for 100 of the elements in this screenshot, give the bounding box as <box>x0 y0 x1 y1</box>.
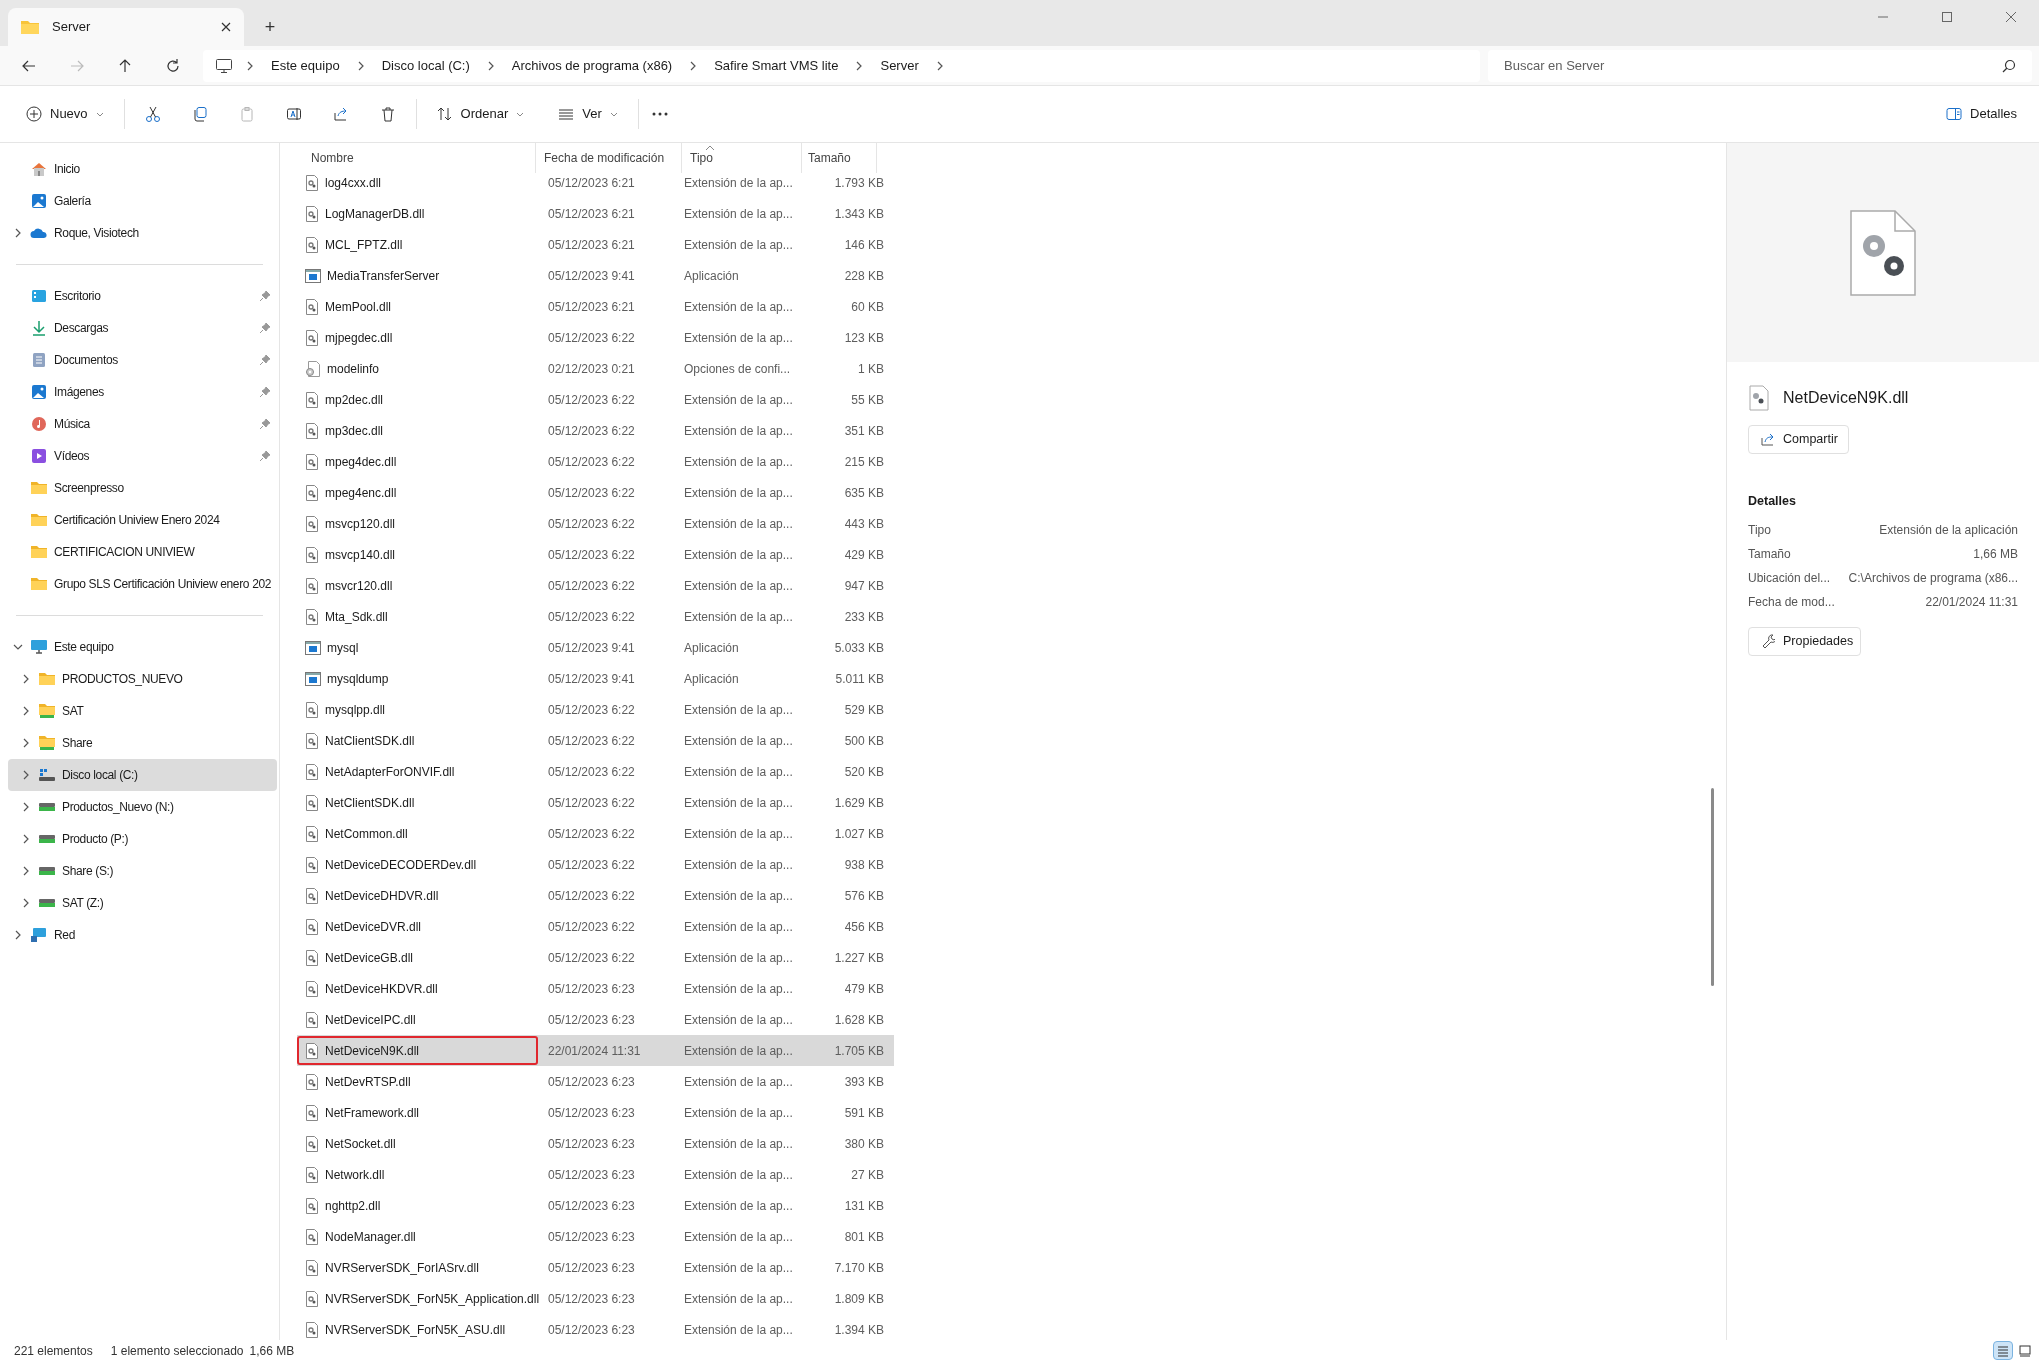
file-name: MediaTransferServer <box>327 267 440 285</box>
new-button[interactable]: Nuevo <box>18 96 112 132</box>
sidebar-item[interactable]: Descargas <box>8 312 277 344</box>
file-row[interactable]: mpeg4dec.dll 05/12/2023 6:22 Extensión de la ap... 215 KB <box>297 446 894 477</box>
sidebar-item[interactable]: Galería <box>8 185 277 217</box>
file-row[interactable]: mysqldump 05/12/2023 9:41 Aplicación 5.011 KB <box>297 663 894 694</box>
file-row[interactable]: msvcp140.dll 05/12/2023 6:22 Extensión de la ap... 429 KB <box>297 539 894 570</box>
sidebar-item[interactable]: Este equipo <box>8 631 277 663</box>
picture-icon <box>31 193 47 209</box>
more-icon[interactable] <box>650 111 669 117</box>
file-row[interactable]: LogManagerDB.dll 05/12/2023 6:21 Extensión de la ap... 1.343 KB <box>297 198 894 229</box>
cut-icon[interactable] <box>144 106 161 122</box>
sidebar-item[interactable]: Imágenes <box>8 376 277 408</box>
file-name: mp2dec.dll <box>325 391 384 409</box>
file-row[interactable]: NetDeviceN9K.dll 22/01/2024 11:31 Extensión de la ap... 1.705 KB <box>297 1035 894 1066</box>
file-row[interactable]: MediaTransferServer 05/12/2023 9:41 Aplicación 228 KB <box>297 260 894 291</box>
address-bar[interactable]: Este equipo Disco local (C:) Archivos de programa (x86) Safire Smart VMS lite Server <box>203 49 1480 82</box>
file-row[interactable]: mp2dec.dll 05/12/2023 6:22 Extensión de la ap... 55 KB <box>297 384 894 415</box>
file-row[interactable]: NetDeviceDHDVR.dll 05/12/2023 6:22 Extensión de la ap... 576 KB <box>297 880 894 911</box>
share-icon[interactable] <box>332 106 349 122</box>
file-row[interactable]: nghttp2.dll 05/12/2023 6:23 Extensión de la ap... 131 KB <box>297 1190 894 1221</box>
file-row[interactable]: msvcr120.dll 05/12/2023 6:22 Extensión de la ap... 947 KB <box>297 570 894 601</box>
maximize-icon[interactable] <box>1941 11 1953 23</box>
column-header[interactable]: Tamaño <box>801 143 877 173</box>
sidebar-item[interactable]: PRODUCTOS_NUEVO <box>8 663 277 695</box>
close-icon[interactable] <box>220 21 232 33</box>
file-row[interactable]: NVRServerSDK_ForN5K_ASU.dll 05/12/2023 6:23 Extensión de la ap... 1.394 KB <box>297 1314 894 1345</box>
file-row[interactable]: NVRServerSDK_ForN5K_Application.dll 05/12/2023 6:23 Extensión de la ap... 1.809 KB <box>297 1283 894 1314</box>
file-row[interactable]: NetDevRTSP.dll 05/12/2023 6:23 Extensión de la ap... 393 KB <box>297 1066 894 1097</box>
computer-icon <box>215 57 233 74</box>
sidebar-item[interactable]: Certificación Uniview Enero 2024 <box>8 504 277 536</box>
file-type: Extensión de la ap... <box>683 732 794 750</box>
sidebar-item[interactable]: Roque, Visiotech <box>8 217 277 249</box>
sidebar-item[interactable]: Productos_Nuevo (N:) <box>8 791 277 823</box>
sidebar-item[interactable]: Screenpresso <box>8 472 277 504</box>
file-row[interactable]: Network.dll 05/12/2023 6:23 Extensión de la ap... 27 KB <box>297 1159 894 1190</box>
column-header[interactable]: Tipo <box>681 143 801 173</box>
details-button[interactable]: Detalles <box>1938 96 2025 132</box>
file-row[interactable]: NetClientSDK.dll 05/12/2023 6:22 Extensión de la ap... 1.629 KB <box>297 787 894 818</box>
window-tab[interactable]: Server <box>8 8 244 46</box>
up-icon[interactable] <box>117 57 133 74</box>
file-row[interactable]: mysql 05/12/2023 9:41 Aplicación 5.033 KB <box>297 632 894 663</box>
breadcrumb[interactable]: Safire Smart VMS lite <box>710 55 843 76</box>
sidebar-item[interactable]: Documentos <box>8 344 277 376</box>
sidebar-item[interactable]: Escritorio <box>8 280 277 312</box>
delete-icon[interactable] <box>379 106 396 122</box>
sidebar-item[interactable]: Música <box>8 408 277 440</box>
refresh-icon[interactable] <box>165 57 181 74</box>
sort-button[interactable]: Ordenar <box>428 96 533 132</box>
file-row[interactable]: NetDeviceIPC.dll 05/12/2023 6:23 Extensión de la ap... 1.628 KB <box>297 1004 894 1035</box>
breadcrumb[interactable]: Este equipo <box>267 55 344 76</box>
sidebar-item[interactable]: Producto (P:) <box>8 823 277 855</box>
file-row[interactable]: MemPool.dll 05/12/2023 6:21 Extensión de la ap... 60 KB <box>297 291 894 322</box>
file-row[interactable]: modelinfo 02/12/2023 0:21 Opciones de confi... 1 KB <box>297 353 894 384</box>
new-tab-button[interactable]: + <box>252 12 288 42</box>
file-row[interactable]: NetCommon.dll 05/12/2023 6:22 Extensión de la ap... 1.027 KB <box>297 818 894 849</box>
breadcrumb[interactable]: Disco local (C:) <box>377 55 474 76</box>
sidebar-item[interactable]: Share <box>8 727 277 759</box>
sidebar-item[interactable]: Red <box>8 919 277 951</box>
search-field[interactable]: Buscar en Server <box>1488 49 2032 82</box>
file-name: NatClientSDK.dll <box>325 732 415 750</box>
file-row[interactable]: mpeg4enc.dll 05/12/2023 6:22 Extensión de la ap... 635 KB <box>297 477 894 508</box>
sidebar-item[interactable]: Inicio <box>8 153 277 185</box>
file-row[interactable]: NetDeviceDECODERDev.dll 05/12/2023 6:22 Extensión de la ap... 938 KB <box>297 849 894 880</box>
view-button[interactable]: Ver <box>550 96 626 132</box>
file-row[interactable]: Mta_Sdk.dll 05/12/2023 6:22 Extensión de la ap... 233 KB <box>297 601 894 632</box>
sidebar-item[interactable]: CERTIFICACION UNIVIEW <box>8 536 277 568</box>
file-row[interactable]: NetFramework.dll 05/12/2023 6:23 Extensión de la ap... 591 KB <box>297 1097 894 1128</box>
file-row[interactable]: NetSocket.dll 05/12/2023 6:23 Extensión de la ap... 380 KB <box>297 1128 894 1159</box>
breadcrumb[interactable]: Server <box>876 55 923 76</box>
file-row[interactable]: NetAdapterForONVIF.dll 05/12/2023 6:22 Extensión de la ap... 520 KB <box>297 756 894 787</box>
sidebar-item[interactable]: Disco local (C:) <box>8 759 277 791</box>
file-size: 7.170 KB <box>833 1259 885 1277</box>
file-row[interactable]: mysqlpp.dll 05/12/2023 6:22 Extensión de la ap... 529 KB <box>297 694 894 725</box>
properties-button[interactable]: Propiedades <box>1748 626 1861 656</box>
file-row[interactable]: NetDeviceHKDVR.dll 05/12/2023 6:23 Extensión de la ap... 479 KB <box>297 973 894 1004</box>
scrollbar-thumb[interactable] <box>1711 788 1714 986</box>
file-row[interactable]: mjpegdec.dll 05/12/2023 6:22 Extensión de la ap... 123 KB <box>297 322 894 353</box>
gear-file-icon <box>305 608 319 625</box>
sidebar-item[interactable]: SAT <box>8 695 277 727</box>
file-row[interactable]: msvcp120.dll 05/12/2023 6:22 Extensión de la ap... 443 KB <box>297 508 894 539</box>
file-row[interactable]: NVRServerSDK_ForIASrv.dll 05/12/2023 6:23 Extensión de la ap... 7.170 KB <box>297 1252 894 1283</box>
file-row[interactable]: NetDeviceDVR.dll 05/12/2023 6:22 Extensión de la ap... 456 KB <box>297 911 894 942</box>
sidebar-item[interactable]: SAT (Z:) <box>8 887 277 919</box>
file-row[interactable]: mp3dec.dll 05/12/2023 6:22 Extensión de la ap... 351 KB <box>297 415 894 446</box>
file-row[interactable]: NatClientSDK.dll 05/12/2023 6:22 Extensión de la ap... 500 KB <box>297 725 894 756</box>
sidebar-item[interactable]: Vídeos <box>8 440 277 472</box>
modified-date: 05/12/2023 6:23 <box>547 1197 636 1215</box>
breadcrumb[interactable]: Archivos de programa (x86) <box>507 55 677 76</box>
application-icon <box>305 671 321 686</box>
file-row[interactable]: NetDeviceGB.dll 05/12/2023 6:22 Extensión de la ap... 1.227 KB <box>297 942 894 973</box>
rename-icon[interactable] <box>285 106 302 122</box>
view-toggle-button[interactable] <box>1993 1341 2013 1360</box>
file-row[interactable]: NodeManager.dll 05/12/2023 6:23 Extensión de la ap... 801 KB <box>297 1221 894 1252</box>
file-row[interactable]: MCL_FPTZ.dll 05/12/2023 6:21 Extensión de la ap... 146 KB <box>297 229 894 260</box>
share-button[interactable]: Compartir <box>1748 425 1849 454</box>
column-header[interactable]: Fecha de modificación <box>535 143 681 173</box>
sidebar-item[interactable]: Grupo SLS Certificación Uniview enero 202 <box>8 568 277 600</box>
copy-icon[interactable] <box>191 106 208 122</box>
sidebar-item[interactable]: Share (S:) <box>8 855 277 887</box>
